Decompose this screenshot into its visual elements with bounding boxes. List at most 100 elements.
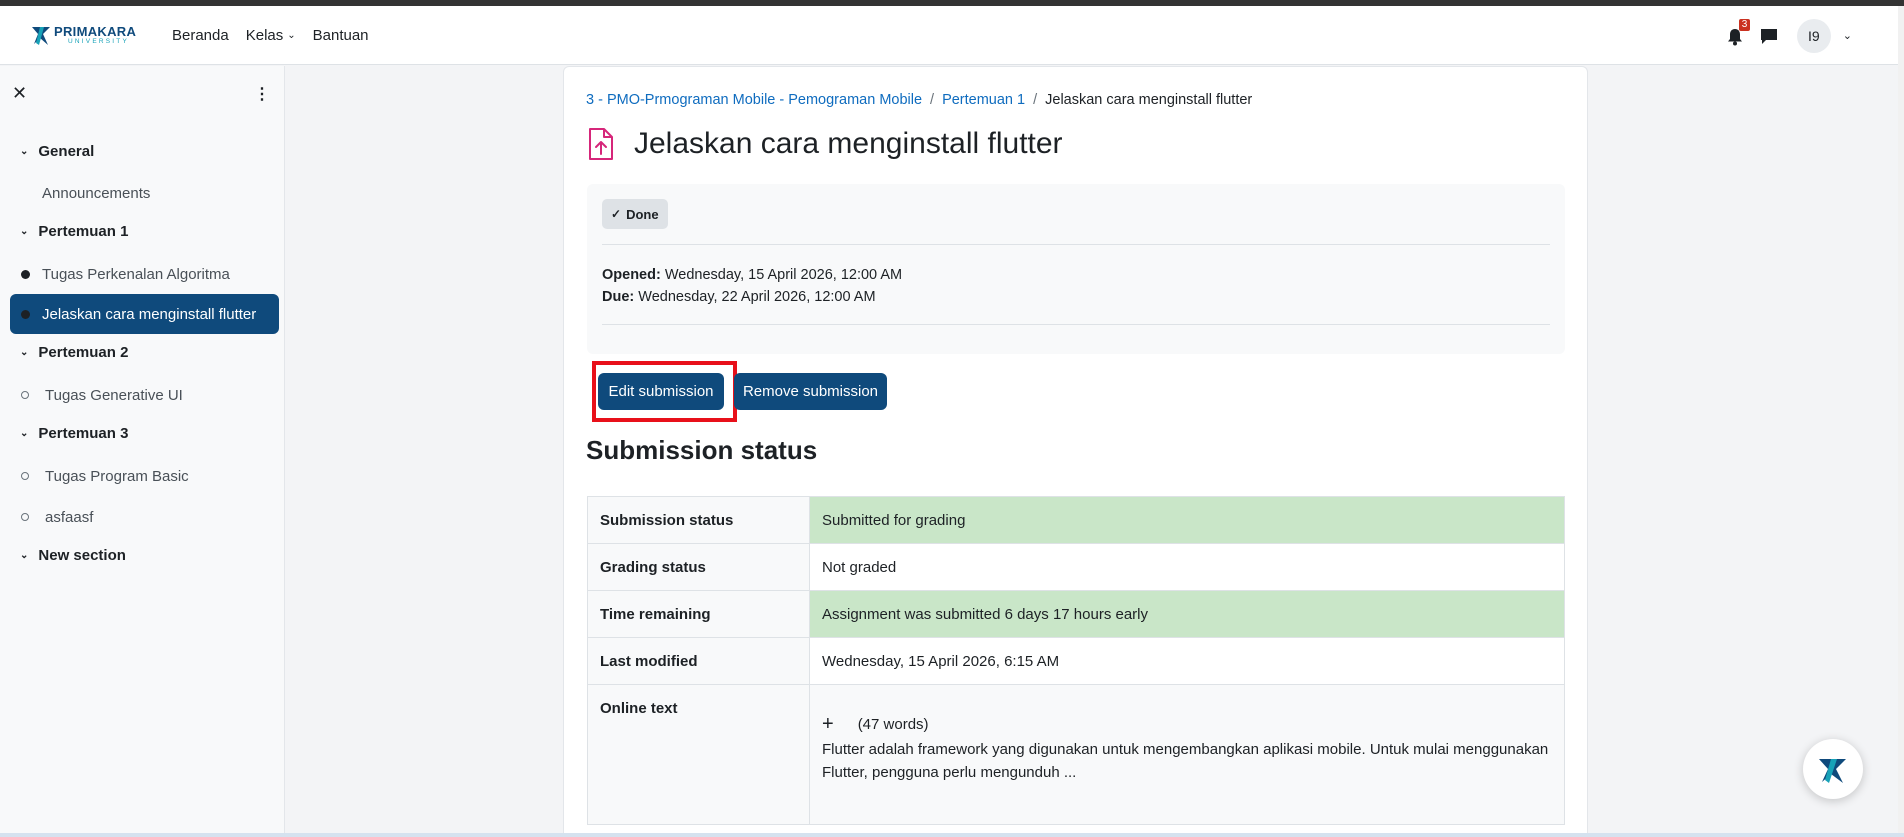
primakara-logo[interactable]: PRIMAKARA UNIVERSITY bbox=[30, 20, 142, 50]
done-label: Done bbox=[626, 206, 659, 222]
expand-plus-icon[interactable]: + bbox=[822, 713, 834, 736]
table-row: Online text + (47 words) Flutter adalah … bbox=[587, 684, 1565, 825]
table-row: Grading status Not graded bbox=[587, 543, 1565, 591]
sidebar-item-label: Jelaskan cara menginstall flutter bbox=[42, 305, 257, 323]
messages-icon[interactable] bbox=[1759, 26, 1779, 46]
window-bottom-strip bbox=[0, 833, 1904, 837]
activity-dates-box: ✓ Done Opened: Wednesday, 15 April 2026,… bbox=[587, 184, 1565, 354]
sidebar-item-label: asfaasf bbox=[45, 508, 94, 526]
sidebar-item-tugas-program-basic[interactable]: Tugas Program Basic bbox=[10, 456, 279, 496]
nav-bantuan[interactable]: Bantuan bbox=[313, 27, 369, 44]
course-index-sidebar: ✕ ⋮ ⌄ General Announcements ⌄ Pertemuan … bbox=[0, 66, 285, 837]
nav-beranda[interactable]: Beranda bbox=[172, 27, 229, 44]
submission-status-value: Submitted for grading bbox=[809, 496, 1565, 544]
logo-title: PRIMAKARA bbox=[54, 23, 137, 39]
user-tools: 3 I9 ⌄ bbox=[1727, 6, 1852, 65]
due-date: Wednesday, 22 April 2026, 12:00 AM bbox=[638, 289, 876, 305]
sidebar-item-label: Announcements bbox=[42, 184, 151, 202]
primary-nav: Beranda Kelas ⌄ Bantuan bbox=[172, 27, 386, 44]
chevron-down-icon: ⌄ bbox=[20, 226, 29, 237]
breadcrumb-section-link[interactable]: Pertemuan 1 bbox=[942, 92, 1025, 108]
section-title: New section bbox=[38, 547, 126, 564]
row-label: Online text bbox=[587, 684, 810, 825]
page-header: Jelaskan cara menginstall flutter bbox=[586, 127, 1063, 161]
incomplete-circle-icon bbox=[21, 391, 29, 399]
completion-dot-icon bbox=[21, 269, 30, 279]
assignment-upload-icon bbox=[589, 128, 613, 160]
divider bbox=[602, 324, 1550, 325]
online-text-preview: Flutter adalah framework yang digunakan … bbox=[822, 741, 1549, 781]
grading-status-value: Not graded bbox=[809, 543, 1565, 591]
logo-star-icon bbox=[32, 27, 50, 45]
logo-subtitle: UNIVERSITY bbox=[68, 37, 130, 45]
chevron-down-icon: ⌄ bbox=[287, 29, 296, 41]
chevron-down-icon: ⌄ bbox=[20, 550, 29, 561]
table-row: Time remaining Assignment was submitted … bbox=[587, 590, 1565, 638]
primakara-star-icon bbox=[1819, 759, 1846, 783]
sidebar-item-jelaskan-flutter[interactable]: Jelaskan cara menginstall flutter bbox=[10, 294, 279, 334]
user-menu-chevron-icon[interactable]: ⌄ bbox=[1843, 29, 1852, 42]
sidebar-section-general[interactable]: ⌄ General bbox=[20, 143, 94, 160]
sidebar-item-tugas-perkenalan-algoritma[interactable]: Tugas Perkenalan Algoritma bbox=[10, 254, 279, 294]
breadcrumb-current: Jelaskan cara menginstall flutter bbox=[1045, 92, 1253, 108]
breadcrumb-separator: / bbox=[1033, 92, 1038, 108]
table-row: Submission status Submitted for grading bbox=[587, 496, 1565, 544]
sidebar-item-announcements[interactable]: Announcements bbox=[10, 173, 279, 213]
activity-dates: Opened: Wednesday, 15 April 2026, 12:00 … bbox=[602, 264, 902, 308]
section-title: Pertemuan 1 bbox=[38, 223, 129, 240]
submission-status-table: Submission status Submitted for grading … bbox=[587, 496, 1565, 825]
main-content-card: 3 - PMO-Prmograman Mobile - Pemograman M… bbox=[563, 66, 1588, 837]
page-title: Jelaskan cara menginstall flutter bbox=[634, 127, 1063, 160]
sidebar-item-tugas-generative-ui[interactable]: Tugas Generative UI bbox=[10, 375, 279, 415]
sidebar-section-new-section[interactable]: ⌄ New section bbox=[20, 547, 126, 564]
breadcrumb: 3 - PMO-Prmograman Mobile - Pemograman M… bbox=[586, 92, 1252, 108]
online-text-header: + (47 words) bbox=[822, 713, 1552, 736]
opened-date: Wednesday, 15 April 2026, 12:00 AM bbox=[664, 267, 903, 283]
breadcrumb-course-link[interactable]: 3 - PMO-Prmograman Mobile - Pemograman M… bbox=[586, 92, 922, 108]
row-label: Submission status bbox=[587, 496, 810, 544]
completion-status-badge: ✓ Done bbox=[602, 199, 668, 229]
row-label: Last modified bbox=[587, 637, 810, 685]
nav-kelas-label: Kelas bbox=[245, 26, 284, 44]
chevron-down-icon: ⌄ bbox=[20, 428, 29, 439]
completion-dot-icon bbox=[21, 309, 30, 319]
due-label: Due: bbox=[602, 289, 635, 305]
notification-count-badge: 3 bbox=[1738, 18, 1751, 31]
sidebar-section-pertemuan-2[interactable]: ⌄ Pertemuan 2 bbox=[20, 344, 128, 361]
notifications-button[interactable]: 3 bbox=[1727, 18, 1751, 46]
opened-date-row: Opened: Wednesday, 15 April 2026, 12:00 … bbox=[602, 264, 902, 286]
time-remaining-value: Assignment was submitted 6 days 17 hours… bbox=[809, 590, 1565, 638]
top-navbar: PRIMAKARA UNIVERSITY Beranda Kelas ⌄ Ban… bbox=[0, 6, 1898, 65]
sidebar-section-pertemuan-1[interactable]: ⌄ Pertemuan 1 bbox=[20, 223, 128, 240]
row-label: Grading status bbox=[587, 543, 810, 591]
section-title: Pertemuan 2 bbox=[38, 344, 129, 361]
more-options-icon[interactable]: ⋮ bbox=[254, 84, 270, 104]
nav-kelas[interactable]: Kelas ⌄ bbox=[246, 27, 296, 44]
word-count: (47 words) bbox=[857, 716, 929, 733]
sidebar-item-label: Tugas Generative UI bbox=[45, 386, 183, 404]
breadcrumb-separator: / bbox=[930, 92, 935, 108]
chevron-down-icon: ⌄ bbox=[20, 146, 29, 157]
edit-submission-button[interactable]: Edit submission bbox=[598, 373, 724, 410]
table-row: Last modified Wednesday, 15 April 2026, … bbox=[587, 637, 1565, 685]
submission-status-heading: Submission status bbox=[586, 435, 818, 465]
divider bbox=[602, 244, 1550, 245]
section-title: General bbox=[38, 143, 95, 160]
check-icon: ✓ bbox=[611, 207, 622, 221]
due-date-row: Due: Wednesday, 22 April 2026, 12:00 AM bbox=[602, 286, 902, 308]
row-label: Time remaining bbox=[587, 590, 810, 638]
sidebar-section-pertemuan-3[interactable]: ⌄ Pertemuan 3 bbox=[20, 425, 128, 442]
sidebar-item-label: Tugas Program Basic bbox=[45, 467, 189, 485]
page-scrollbar[interactable] bbox=[1898, 6, 1904, 837]
sidebar-item-asfaasf[interactable]: asfaasf bbox=[10, 497, 279, 537]
online-text-cell: + (47 words) Flutter adalah framework ya… bbox=[809, 684, 1565, 825]
opened-label: Opened: bbox=[602, 267, 661, 283]
incomplete-circle-icon bbox=[21, 513, 29, 521]
incomplete-circle-icon bbox=[21, 472, 29, 480]
user-avatar[interactable]: I9 bbox=[1796, 18, 1831, 53]
section-title: Pertemuan 3 bbox=[38, 425, 129, 442]
primakara-assistant-button[interactable] bbox=[1803, 739, 1863, 799]
close-icon[interactable]: ✕ bbox=[12, 83, 27, 104]
last-modified-value: Wednesday, 15 April 2026, 6:15 AM bbox=[809, 637, 1565, 685]
remove-submission-button[interactable]: Remove submission bbox=[734, 373, 887, 410]
